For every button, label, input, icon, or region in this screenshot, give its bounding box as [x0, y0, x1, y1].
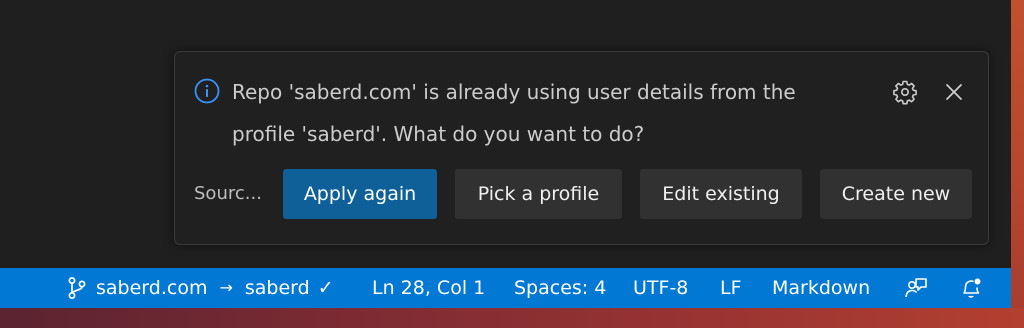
bell-dot-icon[interactable] — [959, 268, 983, 308]
arrow-icon: → — [219, 278, 233, 297]
desktop-background-edge — [1011, 0, 1024, 308]
source-control-icon — [66, 276, 88, 300]
notification-message-line1: Repo 'saberd.com' is already using user … — [232, 80, 796, 104]
notification-source: Sourc... — [194, 183, 262, 204]
language-mode[interactable]: Markdown — [772, 268, 870, 308]
close-icon[interactable] — [942, 80, 966, 104]
feedback-icon[interactable] — [904, 268, 928, 308]
source-control-status[interactable]: saberd.com → saberd ✓ — [66, 268, 334, 308]
profile-name: saberd — [244, 277, 310, 299]
repo-name: saberd.com — [96, 277, 208, 299]
info-icon — [194, 78, 220, 104]
end-of-line[interactable]: LF — [720, 268, 742, 308]
gear-icon[interactable] — [892, 79, 918, 105]
create-new-button[interactable]: Create new — [820, 169, 972, 219]
cursor-position[interactable]: Ln 28, Col 1 — [372, 268, 485, 308]
notification-message: Repo 'saberd.com' is already using user … — [232, 71, 862, 155]
notification-toast: Repo 'saberd.com' is already using user … — [174, 51, 989, 245]
apply-again-button[interactable]: Apply again — [283, 169, 437, 219]
check-icon: ✓ — [317, 277, 334, 299]
desktop-background-bottom — [0, 308, 1024, 328]
encoding[interactable]: UTF-8 — [633, 268, 688, 308]
edit-existing-button[interactable]: Edit existing — [640, 169, 802, 219]
pick-a-profile-button[interactable]: Pick a profile — [455, 169, 622, 219]
status-bar: saberd.com → saberd ✓ Ln 28, Col 1 Space… — [0, 268, 1011, 308]
indentation[interactable]: Spaces: 4 — [514, 268, 606, 308]
notification-message-line2: profile 'saberd'. What do you want to do… — [232, 122, 645, 146]
